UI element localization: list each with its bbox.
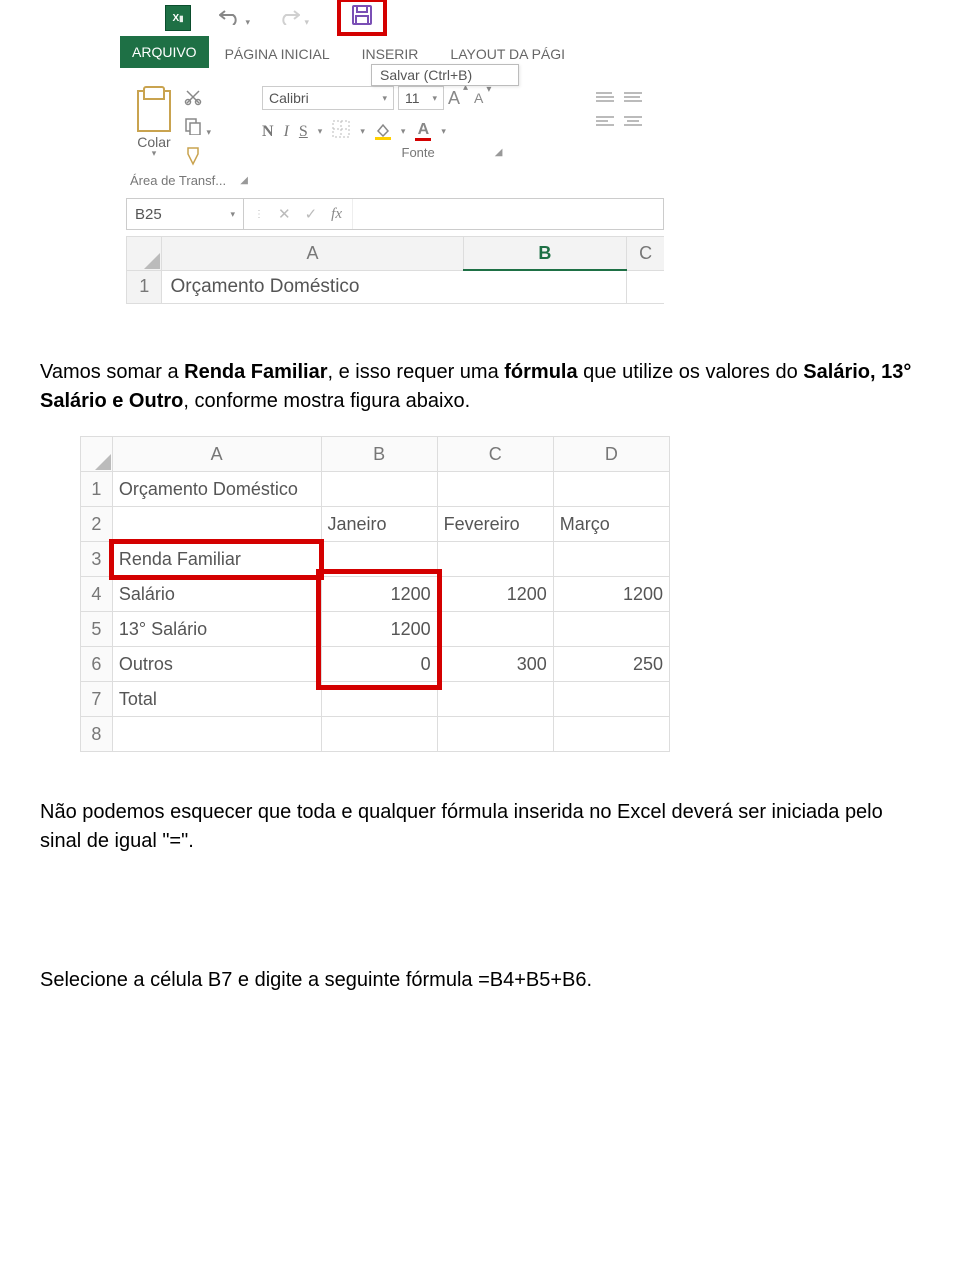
cell-b2[interactable]: Janeiro: [321, 507, 437, 542]
col-header-b[interactable]: B: [463, 237, 627, 271]
cell-c2[interactable]: Fevereiro: [437, 507, 553, 542]
borders-icon[interactable]: [332, 120, 350, 143]
fill-color-icon[interactable]: [375, 123, 391, 140]
fx-icon[interactable]: fx: [331, 206, 342, 223]
cell-a3[interactable]: Renda Familiar: [112, 542, 321, 577]
col-c[interactable]: C: [437, 437, 553, 472]
row-2[interactable]: 2: [81, 507, 113, 542]
paste-button[interactable]: Colar ▾: [130, 86, 178, 171]
align-top-icon[interactable]: [596, 90, 614, 104]
align-middle-icon[interactable]: [624, 90, 642, 104]
cell-a4[interactable]: Salário: [112, 577, 321, 612]
quick-access-toolbar: X▮ ▾ ▾: [120, 0, 670, 36]
row-8[interactable]: 8: [81, 717, 113, 752]
col-header-a[interactable]: A: [162, 237, 463, 271]
worksheet-1: A B C 1 Orçamento Doméstico: [126, 236, 664, 304]
tab-home[interactable]: PÁGINA INICIAL: [209, 40, 346, 68]
copy-icon[interactable]: ▾: [184, 117, 211, 140]
confirm-icon[interactable]: ✓: [305, 205, 318, 223]
row-5[interactable]: 5: [81, 612, 113, 647]
font-color-icon[interactable]: A: [415, 122, 431, 141]
paragraph-3: Selecione a célula B7 e digite a seguint…: [40, 966, 920, 995]
tab-file[interactable]: ARQUIVO: [120, 36, 209, 68]
alignment-group: [592, 82, 660, 188]
select-all-corner[interactable]: [127, 237, 162, 271]
excel-ribbon-screenshot: X▮ ▾ ▾ ARQUIVO PÁGINA INICIAL INSERIR LA…: [120, 0, 670, 304]
save-tooltip: Salvar (Ctrl+B): [371, 64, 519, 86]
cell-c4[interactable]: 1200: [437, 577, 553, 612]
select-all-corner[interactable]: [81, 437, 113, 472]
row-6[interactable]: 6: [81, 647, 113, 682]
paragraph-2: Não podemos esquecer que toda e qualquer…: [40, 798, 920, 856]
save-button-highlight: [337, 0, 387, 36]
bold-button[interactable]: N: [262, 123, 274, 141]
cell-d4[interactable]: 1200: [553, 577, 669, 612]
save-icon[interactable]: [351, 13, 373, 30]
cell-a5[interactable]: 13° Salário: [112, 612, 321, 647]
row-1[interactable]: 1: [81, 472, 113, 507]
col-b[interactable]: B: [321, 437, 437, 472]
cell-a6[interactable]: Outros: [112, 647, 321, 682]
ribbon-content: Colar ▾ ▾ Área de Transf: [120, 80, 670, 188]
underline-button[interactable]: S: [299, 123, 308, 141]
italic-button[interactable]: I: [284, 123, 289, 141]
cell-a1[interactable]: Orçamento Doméstico: [112, 472, 321, 507]
increase-font-icon[interactable]: A▴: [448, 88, 460, 109]
excel-table-screenshot: A B C D 1 Orçamento Doméstico 2 Janeiro …: [80, 436, 670, 752]
align-center-icon[interactable]: [624, 114, 642, 128]
redo-icon[interactable]: ▾: [278, 7, 309, 30]
cell-a7[interactable]: Total: [112, 682, 321, 717]
font-group-label: Fonte: [402, 145, 435, 160]
formula-bar: B25▾ ⋮ ✕ ✓ fx: [126, 198, 664, 230]
align-left-icon[interactable]: [596, 114, 614, 128]
clipboard-launcher-icon[interactable]: ◢: [240, 175, 248, 186]
clipboard-icon: [137, 90, 171, 132]
col-d[interactable]: D: [553, 437, 669, 472]
decrease-font-icon[interactable]: A▾: [474, 90, 483, 106]
col-a[interactable]: A: [112, 437, 321, 472]
format-painter-icon[interactable]: [184, 146, 211, 171]
paragraph-1: Vamos somar a Renda Familiar, e isso req…: [40, 358, 920, 416]
cell-d2[interactable]: Março: [553, 507, 669, 542]
cell-d6[interactable]: 250: [553, 647, 669, 682]
cell-b4[interactable]: 1200: [321, 577, 437, 612]
font-size-select[interactable]: 11▾: [398, 86, 444, 110]
row-header-1[interactable]: 1: [127, 270, 162, 304]
font-group: Calibri▾ 11▾ A▴ A▾ N I S ▾: [258, 82, 586, 188]
cancel-icon[interactable]: ✕: [278, 205, 291, 223]
fb-options-icon[interactable]: ⋮: [254, 209, 264, 220]
cut-icon[interactable]: [184, 88, 211, 111]
cell-c6[interactable]: 300: [437, 647, 553, 682]
name-box[interactable]: B25▾: [127, 199, 244, 229]
row-7[interactable]: 7: [81, 682, 113, 717]
clipboard-group: Colar ▾ ▾ Área de Transf: [126, 82, 252, 188]
col-header-c[interactable]: C: [627, 237, 664, 271]
row-3[interactable]: 3: [81, 542, 113, 577]
undo-icon[interactable]: ▾: [219, 7, 250, 30]
cell-b5[interactable]: 1200: [321, 612, 437, 647]
font-name-select[interactable]: Calibri▾: [262, 86, 394, 110]
row-4[interactable]: 4: [81, 577, 113, 612]
clipboard-group-label: Área de Transf...: [130, 173, 226, 188]
font-launcher-icon[interactable]: ◢: [495, 147, 503, 158]
excel-icon: X▮: [165, 5, 191, 31]
cell-a1[interactable]: Orçamento Doméstico: [162, 270, 627, 304]
cell-b6[interactable]: 0: [321, 647, 437, 682]
